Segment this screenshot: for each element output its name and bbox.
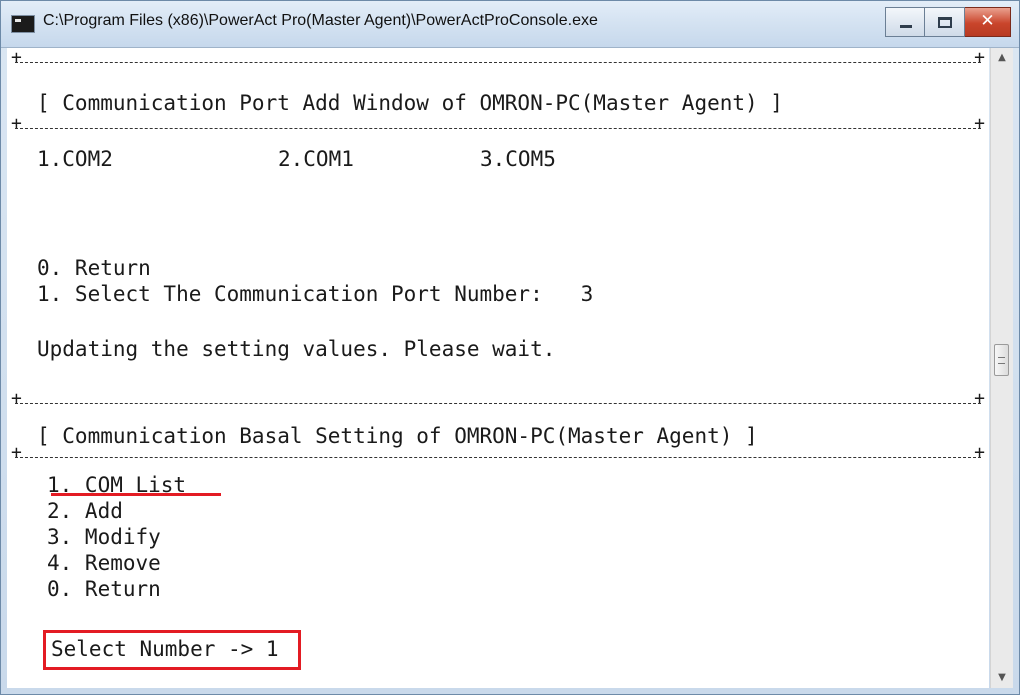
console-output[interactable]: [ Communication Port Add Window of OMRON…	[7, 48, 989, 688]
maximize-button[interactable]	[925, 7, 965, 37]
separator-line	[11, 49, 985, 67]
separator-line	[11, 115, 985, 133]
com-list-highlight-underline	[51, 493, 221, 496]
scroll-up-icon[interactable]: ▲	[991, 48, 1013, 68]
status-message: Updating the setting values. Please wait…	[37, 337, 556, 361]
menu-item-add: 2. Add	[47, 499, 123, 523]
scroll-down-icon[interactable]: ▼	[991, 668, 1013, 688]
port-menu-select: 1. Select The Communication Port Number:…	[37, 282, 594, 306]
prompt-highlight-box	[43, 630, 301, 670]
menu-item-modify: 3. Modify	[47, 525, 161, 549]
vertical-scrollbar[interactable]: ▲ ▼	[990, 48, 1013, 688]
port-menu-return: 0. Return	[37, 256, 151, 280]
close-button[interactable]: ✕	[965, 7, 1011, 37]
console-window: C:\Program Files (x86)\PowerAct Pro(Mast…	[0, 0, 1020, 695]
port-add-header: [ Communication Port Add Window of OMRON…	[37, 91, 783, 115]
menu-item-remove: 4. Remove	[47, 551, 161, 575]
menu-item-return: 0. Return	[47, 577, 161, 601]
minimize-button[interactable]	[885, 7, 925, 37]
port-option-com2: 1.COM2	[37, 147, 113, 171]
title-bar[interactable]: C:\Program Files (x86)\PowerAct Pro(Mast…	[1, 1, 1019, 48]
separator-line	[11, 444, 985, 462]
close-icon: ✕	[980, 11, 995, 31]
caption-buttons: ✕	[885, 7, 1011, 37]
window-title: C:\Program Files (x86)\PowerAct Pro(Mast…	[43, 12, 598, 29]
console-app-icon[interactable]	[11, 15, 35, 33]
port-option-com5: 3.COM5	[480, 147, 556, 171]
scroll-thumb[interactable]	[994, 344, 1009, 376]
port-option-com1: 2.COM1	[278, 147, 354, 171]
basal-setting-header: [ Communication Basal Setting of OMRON-P…	[37, 424, 758, 448]
separator-line	[11, 390, 985, 408]
